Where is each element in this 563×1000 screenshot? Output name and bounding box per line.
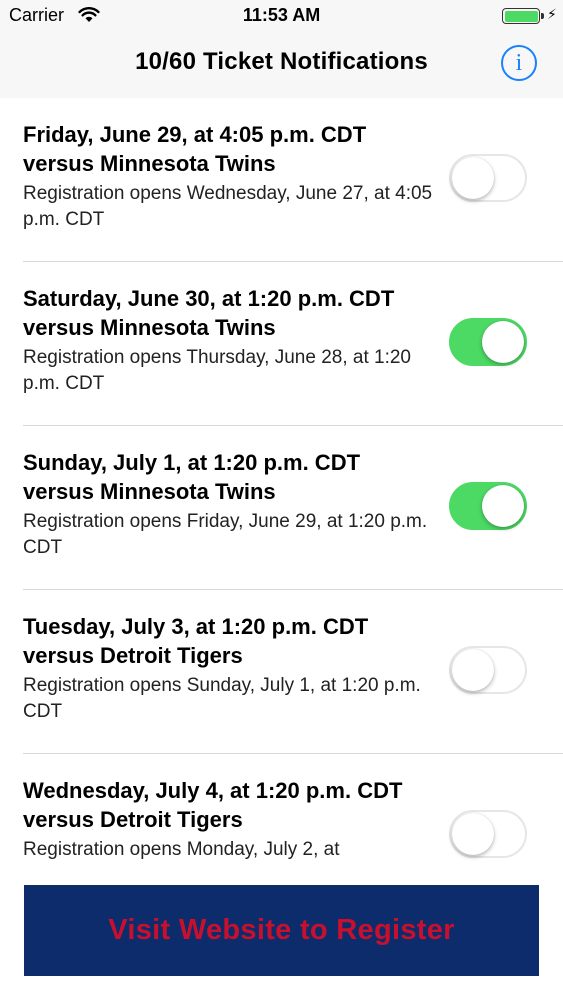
register-button[interactable]: Visit Website to Register	[24, 885, 539, 976]
notification-toggle[interactable]	[449, 318, 527, 366]
notification-toggle[interactable]	[449, 154, 527, 202]
list-item: Sunday, July 1, at 1:20 p.m. CDT versus …	[0, 426, 563, 590]
list-item: Saturday, June 30, at 1:20 p.m. CDT vers…	[0, 262, 563, 426]
charging-bolt-icon: ⚡	[547, 6, 557, 22]
battery-icon	[502, 8, 540, 24]
clock: 11:53 AM	[242, 5, 321, 25]
game-title: Wednesday, July 4, at 1:20 p.m. CDT vers…	[23, 778, 403, 832]
registration-info: Registration opens Monday, July 2, at	[23, 839, 340, 860]
registration-info: Registration opens Thursday, June 28, at…	[23, 347, 411, 394]
navigation-bar: 10/60 Ticket Notifications i	[0, 32, 563, 98]
registration-info: Registration opens Wednesday, June 27, a…	[23, 183, 433, 230]
game-title: Saturday, June 30, at 1:20 p.m. CDT vers…	[23, 286, 395, 340]
list-item: Tuesday, July 3, at 1:20 p.m. CDT versus…	[0, 590, 563, 754]
page-title: 10/60 Ticket Notifications	[135, 48, 428, 75]
notification-toggle[interactable]	[449, 482, 527, 530]
notification-toggle[interactable]	[449, 810, 527, 858]
battery-nub	[541, 13, 544, 19]
game-title: Friday, June 29, at 4:05 p.m. CDT versus…	[23, 122, 367, 176]
registration-info: Registration opens Sunday, July 1, at 1:…	[23, 675, 421, 722]
list-item: Wednesday, July 4, at 1:20 p.m. CDT vers…	[0, 754, 563, 883]
list-item: Friday, June 29, at 4:05 p.m. CDT versus…	[0, 98, 563, 262]
status-bar: Carrier 11:53 AM ⚡	[0, 0, 563, 32]
registration-info: Registration opens Friday, June 29, at 1…	[23, 511, 428, 558]
notification-toggle[interactable]	[449, 646, 527, 694]
game-title: Sunday, July 1, at 1:20 p.m. CDT versus …	[23, 450, 361, 504]
info-icon[interactable]: i	[501, 45, 537, 81]
game-list[interactable]: Friday, June 29, at 4:05 p.m. CDT versus…	[0, 98, 563, 883]
game-title: Tuesday, July 3, at 1:20 p.m. CDT versus…	[23, 614, 369, 668]
